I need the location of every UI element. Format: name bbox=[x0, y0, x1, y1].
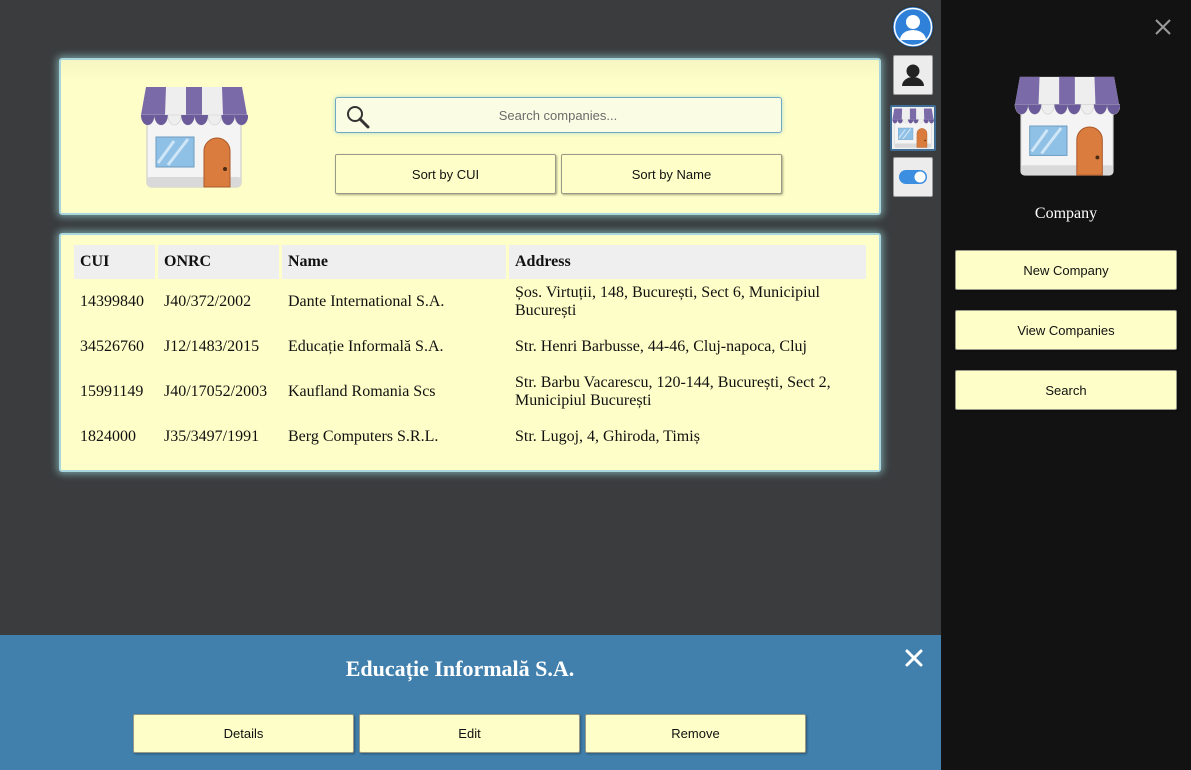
cell-name: Kaufland Romania Scs bbox=[288, 382, 436, 400]
sidebar-section-label: Company bbox=[1034, 205, 1098, 222]
toggle-switch-icon bbox=[899, 170, 927, 184]
sort-by-name-button[interactable]: Sort by Name bbox=[561, 154, 782, 194]
person-silhouette-icon bbox=[902, 64, 924, 86]
cell-cui: 14399840 bbox=[80, 292, 144, 310]
cell-cui: 15991149 bbox=[80, 382, 144, 400]
cell-address: Str. Barbu Vacarescu, 120-144, București… bbox=[515, 373, 831, 409]
person-button[interactable] bbox=[893, 55, 933, 95]
cell-address: Str. Henri Barbusse, 44-46, Cluj-napoca,… bbox=[515, 337, 807, 355]
magnifier-icon bbox=[347, 106, 370, 129]
column-header-onrc[interactable]: ONRC bbox=[158, 245, 279, 279]
cell-address: Șos. Virtuții, 148, București, Sect 6, M… bbox=[515, 283, 820, 319]
cell-onrc: J35/3497/1991 bbox=[164, 427, 260, 445]
search-button[interactable]: Search bbox=[955, 370, 1177, 410]
cell-cui: 1824000 bbox=[80, 427, 136, 445]
close-icon[interactable] bbox=[903, 647, 925, 669]
cell-name: Educație Informală S.A. bbox=[288, 337, 444, 355]
store-icon bbox=[892, 107, 934, 149]
remove-button[interactable]: Remove bbox=[585, 714, 806, 753]
column-header-address[interactable]: Address bbox=[509, 245, 866, 279]
cell-onrc: J12/1483/2015 bbox=[164, 337, 260, 355]
cell-onrc: J40/17052/2003 bbox=[164, 382, 268, 400]
store-icon bbox=[1014, 74, 1120, 178]
sort-by-cui-button[interactable]: Sort by CUI bbox=[335, 154, 556, 194]
table-row[interactable]: 14399840 J40/372/2002 Dante Internationa… bbox=[74, 279, 866, 324]
table-header-row: CUI ONRC Name Address bbox=[74, 245, 866, 279]
new-company-button[interactable]: New Company bbox=[955, 250, 1177, 290]
cell-name: Berg Computers S.R.L. bbox=[288, 427, 439, 445]
view-companies-button[interactable]: View Companies bbox=[955, 310, 1177, 350]
column-header-name[interactable]: Name bbox=[282, 245, 506, 279]
store-icon bbox=[140, 85, 248, 189]
settings-toggle-button[interactable] bbox=[893, 157, 933, 197]
companies-table: CUI ONRC Name Address 14399840 J40/372/2… bbox=[71, 245, 869, 459]
search-box[interactable] bbox=[335, 97, 782, 133]
details-button[interactable]: Details bbox=[133, 714, 354, 753]
cell-onrc: J40/372/2002 bbox=[164, 292, 252, 310]
table-row[interactable]: 34526760 J12/1483/2015 Educație Informal… bbox=[74, 324, 866, 369]
close-icon[interactable] bbox=[1154, 18, 1172, 36]
column-header-cui[interactable]: CUI bbox=[74, 245, 155, 279]
edit-button[interactable]: Edit bbox=[359, 714, 580, 753]
company-button[interactable] bbox=[890, 105, 936, 151]
selected-company-title: Educație Informală S.A. bbox=[345, 656, 575, 681]
user-avatar-icon[interactable] bbox=[893, 7, 933, 47]
cell-address: Str. Lugoj, 4, Ghiroda, Timiș bbox=[515, 427, 700, 445]
cell-name: Dante International S.A. bbox=[288, 292, 445, 310]
search-input[interactable] bbox=[376, 98, 740, 132]
table-row[interactable]: 15991149 J40/17052/2003 Kaufland Romania… bbox=[74, 369, 866, 414]
cell-cui: 34526760 bbox=[80, 337, 144, 355]
table-row[interactable]: 1824000 J35/3497/1991 Berg Computers S.R… bbox=[74, 414, 866, 459]
